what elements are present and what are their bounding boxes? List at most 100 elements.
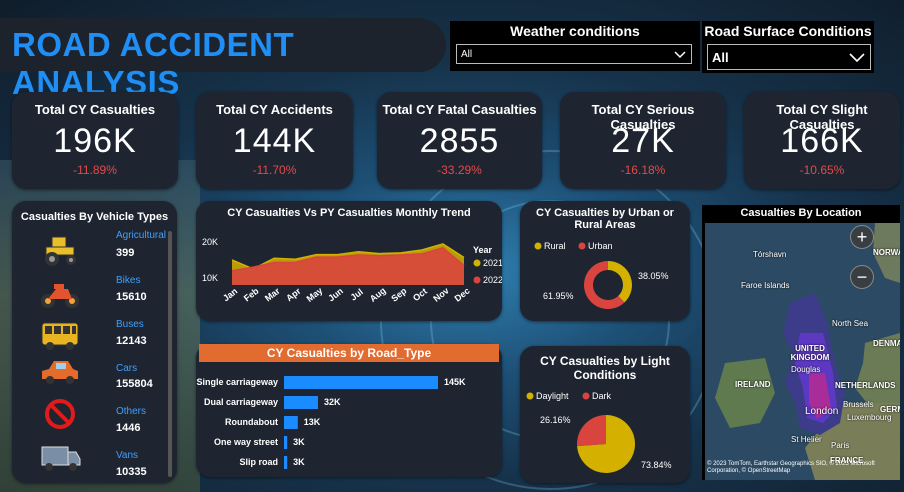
kpi-delta: -11.70% xyxy=(252,163,297,177)
page-title: ROAD ACCIDENT ANALYSIS xyxy=(12,26,295,101)
road-type-bar-chart: Single carriageway 145K Dual carriageway 32… xyxy=(196,376,466,469)
title-bar: ROAD ACCIDENT ANALYSIS xyxy=(0,18,446,101)
kpi-value: 2855 xyxy=(419,122,500,160)
kpi-delta: -16.18% xyxy=(620,163,666,177)
bar xyxy=(284,416,298,429)
pie-slice-dark xyxy=(577,415,606,447)
y-tick-label: 20K xyxy=(202,237,218,247)
vehicle-name: Bikes xyxy=(116,275,141,286)
urban-rural-card: CY Casualties by Urban or Rural Areas Ru… xyxy=(520,201,690,321)
road-surface-select[interactable]: All xyxy=(707,44,871,70)
legend-label: 2021 xyxy=(483,258,502,268)
map-label: Brussels xyxy=(843,400,874,409)
map-label: NETHERLANDS xyxy=(835,381,896,390)
motorbike-icon xyxy=(41,284,79,308)
legend-marker xyxy=(534,242,542,250)
location-map[interactable]: NORWAY Tórshavn Faroe Islands North Sea … xyxy=(705,223,900,480)
kpi-value: 27K xyxy=(611,122,675,160)
monthly-trend-card: CY Casualties Vs PY Casualties Monthly T… xyxy=(196,201,502,321)
vehicle-scrollbar[interactable] xyxy=(168,231,172,477)
legend-marker xyxy=(473,259,481,267)
map-label: Paris xyxy=(831,441,850,450)
legend-title: Year xyxy=(473,245,493,255)
kpi-title: Total CY Fatal Casualties xyxy=(382,102,537,117)
zoom-out-button[interactable]: − xyxy=(850,265,874,289)
map-label: St Helier xyxy=(791,435,822,444)
legend-label: 2022 xyxy=(483,275,502,285)
kpi-card-total-accidents: Total CY Accidents 144K -11.70% xyxy=(196,92,353,189)
category-label: Roundabout xyxy=(225,417,278,427)
bar xyxy=(284,436,288,449)
kpi-delta: -11.89% xyxy=(73,163,117,177)
vehicle-value: 10335 xyxy=(116,466,147,478)
kpi-value: 196K xyxy=(53,122,137,160)
pie-slice-rural xyxy=(608,261,632,303)
bar xyxy=(284,396,318,409)
car-icon xyxy=(42,361,78,384)
vehicle-name: Cars xyxy=(116,363,138,374)
tractor-icon xyxy=(45,236,76,266)
map-label: IRELAND xyxy=(735,380,771,389)
map-label: London xyxy=(805,406,839,417)
kpi-card-fatal-casualties: Total CY Fatal Casualties 2855 -33.29% xyxy=(377,92,542,189)
weather-filter-label: Weather conditions xyxy=(510,23,640,39)
road-type-card: CY Casualties by Road_Type Single carria… xyxy=(196,344,502,477)
van-icon xyxy=(41,446,81,471)
map-label: DENMARK xyxy=(873,339,900,348)
vehicle-name: Agricultural xyxy=(116,230,167,241)
legend-label: Daylight xyxy=(536,391,569,401)
x-tick-label: Feb xyxy=(242,285,261,303)
category-label: Slip road xyxy=(239,457,278,467)
vehicle-name: Buses xyxy=(116,319,144,330)
location-map-card: Casualties By Location NORWAY Tórshavn F… xyxy=(702,205,900,480)
prohibited-icon xyxy=(45,399,75,429)
kpi-delta: -33.29% xyxy=(437,163,482,177)
kpi-title: Total CY Casualties xyxy=(34,102,156,117)
data-label: 73.84% xyxy=(641,460,672,470)
map-label: GERM xyxy=(880,405,900,414)
legend-marker xyxy=(526,392,534,400)
weather-select[interactable]: All xyxy=(456,44,692,64)
chevron-down-icon xyxy=(849,53,865,63)
legend-label: Rural xyxy=(544,241,566,251)
data-label: 3K xyxy=(293,457,305,467)
x-tick-label: Dec xyxy=(453,286,472,304)
x-tick-label: Nov xyxy=(431,285,451,303)
weather-filter: Weather conditions All xyxy=(450,21,700,71)
map-label: Faroe Islands xyxy=(741,281,790,290)
data-label: 3K xyxy=(293,437,305,447)
monthly-trend-chart: 20K 10KJan Feb Mar Apr May Jun Jul Aug Sep Oct Nov D… xyxy=(202,237,502,304)
road-surface-filter: Road Surface Conditions All xyxy=(702,21,874,73)
map-label: North Sea xyxy=(832,319,869,328)
legend-marker xyxy=(582,392,590,400)
legend-marker xyxy=(578,242,586,250)
legend-marker xyxy=(473,276,481,284)
map-label: UNITED KINGDOM xyxy=(790,344,830,362)
data-label: 32K xyxy=(324,397,341,407)
vehicle-name: Others xyxy=(116,406,147,417)
x-tick-label: Jun xyxy=(326,286,345,304)
x-tick-label: Jan xyxy=(221,286,239,303)
bar xyxy=(284,456,288,469)
kpi-value: 144K xyxy=(232,122,317,160)
map-label: NORWAY xyxy=(873,248,900,257)
data-label: 13K xyxy=(304,417,321,427)
x-tick-label: May xyxy=(305,285,325,304)
map-label: Luxembourg xyxy=(847,413,892,422)
weather-select-value: All xyxy=(461,49,473,60)
kpi-card-serious-casualties: Total CY Serious Casualties 27K -16.18% xyxy=(560,92,726,189)
vehicle-types-card: Casualties By Vehicle Types Agricultural… xyxy=(12,201,177,483)
urban-rural-donut-chart: Rural Urban 38.05% 61.95% xyxy=(534,241,669,309)
chevron-down-icon xyxy=(674,51,686,59)
x-tick-label: Aug xyxy=(368,285,388,304)
x-tick-label: Mar xyxy=(263,285,282,303)
x-tick-label: Sep xyxy=(389,285,409,303)
road-surface-filter-label: Road Surface Conditions xyxy=(704,23,872,39)
x-tick-label: Apr xyxy=(284,286,303,304)
location-map-title: Casualties By Location xyxy=(740,207,862,219)
category-label: One way street xyxy=(214,437,278,447)
bar xyxy=(284,376,438,389)
zoom-in-button[interactable]: + xyxy=(850,225,874,249)
vehicle-value: 155804 xyxy=(116,378,153,390)
data-label: 61.95% xyxy=(543,291,574,301)
